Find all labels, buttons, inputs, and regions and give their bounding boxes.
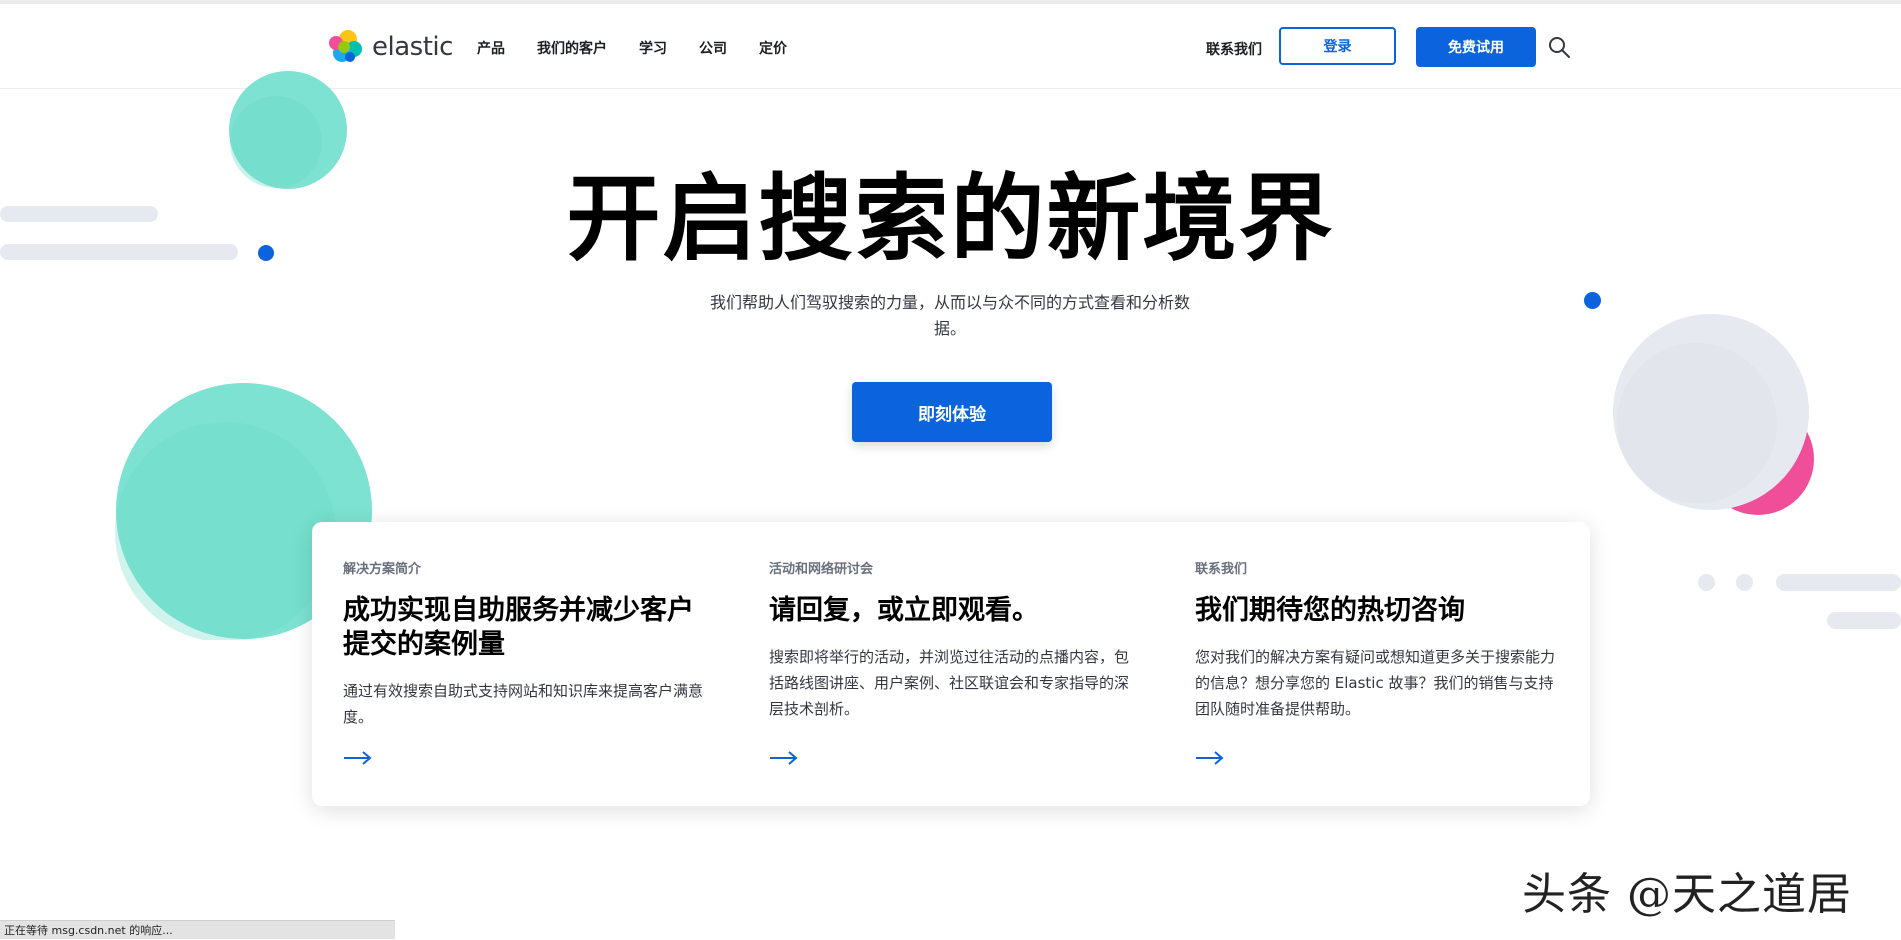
nav-item-learn[interactable]: 学习: [639, 38, 667, 58]
nav-item-products[interactable]: 产品: [477, 38, 505, 58]
browser-status-bar: 正在等待 msg.csdn.net 的响应...: [0, 920, 395, 939]
gray-bar-decoration: [1776, 574, 1901, 591]
contact-link[interactable]: 联系我们: [1206, 39, 1262, 59]
card-text: 您对我们的解决方案有疑问或想知道更多关于搜索能力的信息？想分享您的 Elasti…: [1195, 648, 1556, 718]
elastic-logo-icon: [328, 29, 364, 65]
gray-bar-decoration: [1827, 612, 1901, 629]
arrow-right-icon[interactable]: [1195, 750, 1225, 766]
card-text: 搜索即将举行的活动，并浏览过往活动的点播内容，包括路线图讲座、用户案例、社区联谊…: [769, 648, 1130, 718]
search-icon[interactable]: [1547, 35, 1571, 59]
card-title: 成功实现自助服务并减少客户提交的案例量: [343, 595, 694, 660]
blue-dot-decoration: [1584, 292, 1601, 309]
nav-item-company[interactable]: 公司: [699, 38, 727, 58]
gray-circle-decoration: [1612, 313, 1810, 511]
card-text: 通过有效搜索自助式支持网站和知识库来提高客户满意度。: [343, 682, 704, 726]
nav-item-customers[interactable]: 我们的客户: [537, 38, 607, 58]
logo-text: elastic: [372, 32, 453, 62]
feature-cards-panel: 解决方案简介 成功实现自助服务并减少客户提交的案例量 通过有效搜索自助式支持网站…: [312, 522, 1590, 806]
login-button[interactable]: 登录: [1279, 27, 1396, 65]
nav-item-pricing[interactable]: 定价: [759, 38, 787, 58]
card-title: 我们期待您的热切咨询: [1195, 595, 1465, 626]
elastic-logo[interactable]: elastic: [328, 29, 453, 65]
hero-title: 开启搜索的新境界: [566, 165, 1335, 274]
card-eyebrow: 活动和网络研讨会: [769, 562, 874, 577]
card-eyebrow: 解决方案简介: [343, 562, 422, 577]
hero-subtitle: 我们帮助人们驾驭搜索的力量，从而以与众不同的方式查看和分析数据。: [709, 293, 1190, 338]
watermark-text: 头条 @天之道居: [1522, 869, 1852, 920]
gray-dot-decoration: [1698, 574, 1715, 591]
gray-dot-decoration: [1736, 574, 1753, 591]
free-trial-button[interactable]: 免费试用: [1416, 27, 1536, 67]
arrow-right-icon[interactable]: [769, 750, 799, 766]
card-title: 请回复，或立即观看。: [769, 595, 1039, 626]
arrow-right-icon[interactable]: [343, 750, 373, 766]
main-nav: 产品 我们的客户 学习 公司 定价: [477, 38, 787, 58]
try-now-button[interactable]: 即刻体验: [852, 382, 1052, 442]
card-eyebrow: 联系我们: [1195, 562, 1248, 577]
